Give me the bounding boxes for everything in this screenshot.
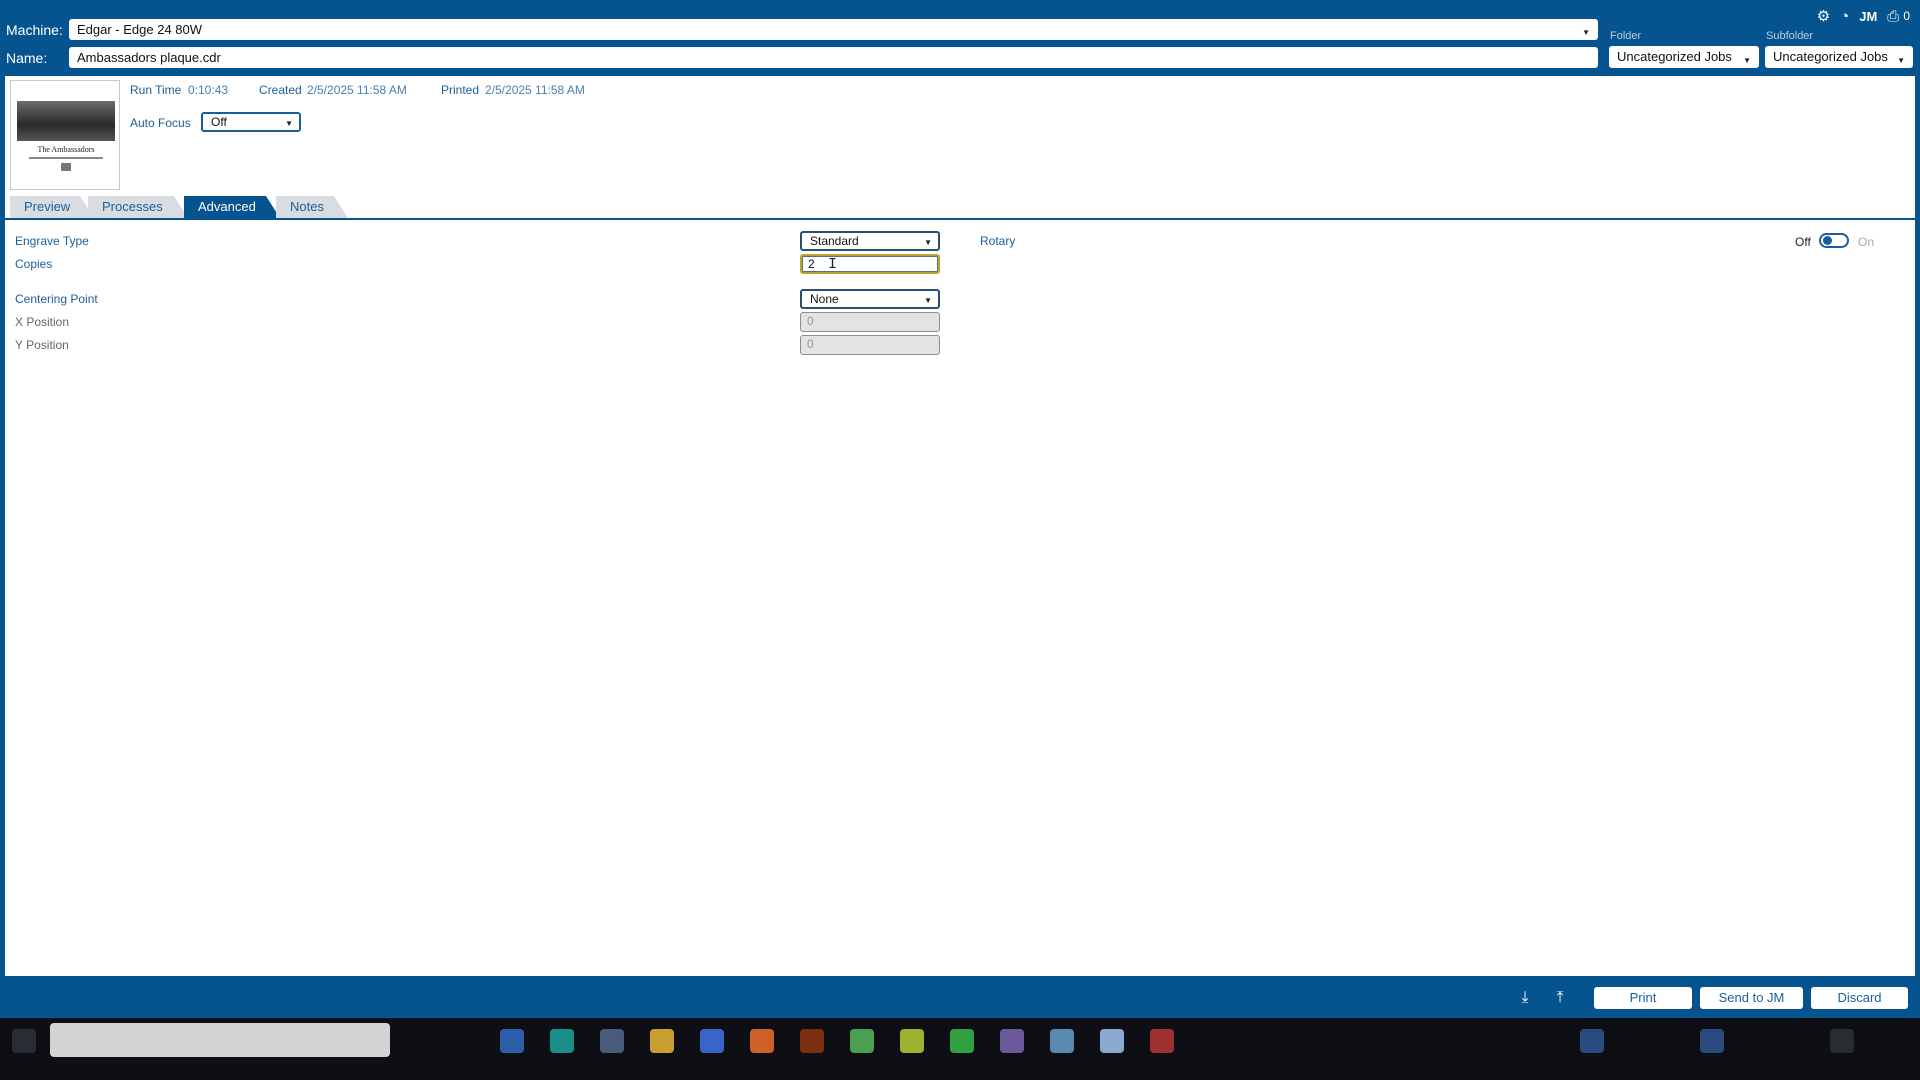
printed-label: Printed [441,83,480,97]
folder-select[interactable]: Uncategorized Jobs ▼ [1609,46,1759,68]
browser-icon[interactable] [750,1029,774,1053]
user-initials[interactable]: JM [1859,9,1877,24]
engrave-type-label: Engrave Type [15,234,89,248]
export-icon[interactable]: ⤒ [1548,987,1572,1009]
created-value: 2/5/2025 11:58 AM [307,83,407,97]
x-position-label: X Position [15,315,70,329]
subfolder-value: Uncategorized Jobs [1773,49,1888,64]
printed-value: 2/5/2025 11:58 AM [485,83,585,97]
app-icon[interactable] [500,1029,524,1053]
taskbar-search[interactable] [50,1023,390,1057]
y-position-label: Y Position [15,338,69,352]
centering-point-value: None [810,292,839,306]
job-thumbnail: The Ambassadors [10,80,120,190]
chevron-down-icon: ▼ [285,119,293,128]
print-count: 0 [1903,9,1910,23]
centering-point-select[interactable]: None ▼ [800,289,940,309]
engrave-type-value: Standard [810,234,859,248]
chevron-down-icon: ▼ [1743,56,1751,65]
centering-point-label: Centering Point [15,292,98,306]
app-icon[interactable] [950,1029,974,1053]
tray-icon[interactable] [1580,1029,1604,1053]
thumbnail-photo [17,101,115,141]
app-icon[interactable] [1050,1029,1074,1053]
tray-icon[interactable] [1830,1029,1854,1053]
machine-value: Edgar - Edge 24 80W [77,22,203,37]
rotary-label: Rotary [980,234,1016,248]
app-icon[interactable] [800,1029,824,1053]
chevron-down-icon: ▼ [924,238,932,247]
subfolder-label: Subfolder [1766,30,1814,42]
folder-label: Folder [1610,30,1642,42]
auto-focus-value: Off [211,115,227,129]
app-icon[interactable] [900,1029,924,1053]
rotary-off-label: Off [1795,235,1811,249]
chevron-down-icon: ▼ [1582,28,1590,37]
auto-focus-label: Auto Focus [130,116,191,130]
app-icon[interactable] [1000,1029,1024,1053]
toggle-knob [1823,236,1832,245]
top-toolbar: ⚙ ◔ JM ⎙ 0 [1817,7,1910,26]
engrave-type-select[interactable]: Standard ▼ [800,231,940,251]
run-time-label: Run Time [130,83,182,97]
tab-advanced[interactable]: Advanced [184,196,280,218]
app-icon[interactable] [550,1029,574,1053]
machine-label: Machine: [6,22,63,38]
gear-icon[interactable]: ⚙ [1817,7,1830,25]
machine-select[interactable]: Edgar - Edge 24 80W ▼ [69,19,1598,40]
folder-icon[interactable] [650,1029,674,1053]
subfolder-select[interactable]: Uncategorized Jobs ▼ [1765,46,1913,68]
app-icon[interactable] [850,1029,874,1053]
app-icon[interactable] [600,1029,624,1053]
rotary-on-label: On [1858,235,1875,249]
tray-icon[interactable] [1700,1029,1724,1053]
tab-processes[interactable]: Processes [88,196,188,218]
tab-preview[interactable]: Preview [10,196,94,218]
import-folder-icon[interactable]: ⤓ [1513,987,1537,1009]
print-button[interactable]: Print [1594,987,1692,1009]
name-value: Ambassadors plaque.cdr [77,50,221,65]
app-icon[interactable] [1150,1029,1174,1053]
thumbnail-title: The Ambassadors [37,145,95,154]
copies-label: Copies [15,257,53,271]
chevron-down-icon: ▼ [924,296,932,305]
discard-button[interactable]: Discard [1811,987,1908,1009]
auto-focus-select[interactable]: Off ▼ [201,112,301,132]
dashboard-icon[interactable]: ◔ [1840,8,1849,25]
logo-icon [61,163,71,171]
start-icon[interactable] [12,1029,36,1053]
app-window: Machine: Edgar - Edge 24 80W ▼ Name: Amb… [0,0,1920,1018]
copies-input[interactable]: 2 [800,254,940,274]
advanced-panel [5,220,1915,976]
printer-icon[interactable]: ⎙ [1887,8,1899,25]
send-to-jm-button[interactable]: Send to JM [1700,987,1803,1009]
text-cursor-icon: I [828,256,838,273]
x-position-input: 0 [800,312,940,332]
rotary-toggle[interactable] [1819,233,1849,248]
folder-value: Uncategorized Jobs [1617,49,1732,64]
name-input[interactable]: Ambassadors plaque.cdr [69,47,1598,68]
app-icon[interactable] [700,1029,724,1053]
y-position-input: 0 [800,335,940,355]
chevron-down-icon: ▼ [1897,56,1905,65]
run-time-value: 0:10:43 [188,83,229,97]
name-label: Name: [6,50,48,66]
created-label: Created [259,83,302,97]
app-icon[interactable] [1100,1029,1124,1053]
